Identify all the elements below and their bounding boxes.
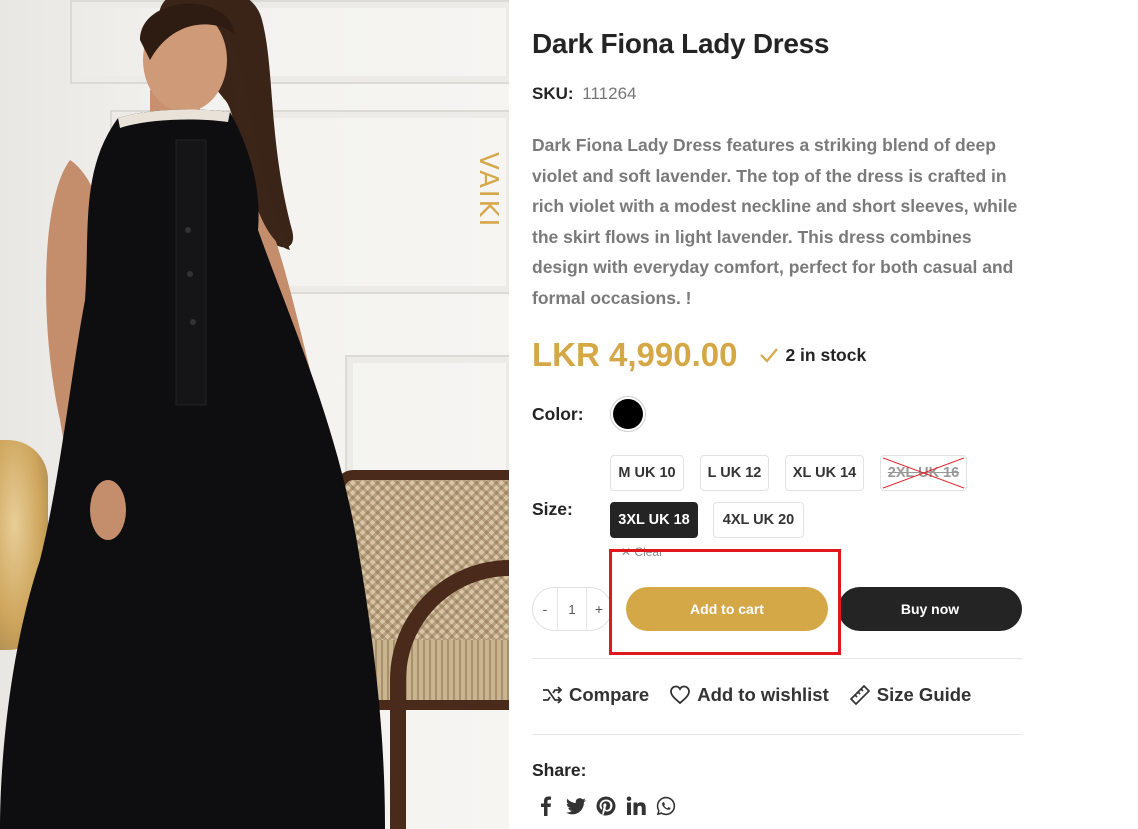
wishlist-label: Add to wishlist <box>697 684 829 705</box>
add-to-cart-button[interactable]: Add to cart <box>626 587 828 631</box>
add-to-wishlist-link[interactable]: Add to wishlist <box>669 684 829 706</box>
product-title: Dark Fiona Lady Dress <box>532 28 830 59</box>
linkedin-icon[interactable] <box>625 795 647 817</box>
pinterest-icon[interactable] <box>595 795 617 817</box>
social-share <box>535 795 685 817</box>
color-label: Color: <box>532 404 584 424</box>
model-figure <box>0 0 385 829</box>
compare-link[interactable]: Compare <box>541 684 649 706</box>
size-option-l-uk-12[interactable]: L UK 12 <box>700 455 769 491</box>
quantity-increment-button[interactable]: + <box>587 601 611 617</box>
facebook-icon[interactable] <box>535 795 557 817</box>
quantity-decrement-button[interactable]: - <box>533 601 557 617</box>
compare-icon <box>543 686 563 704</box>
quantity-input[interactable] <box>557 588 587 630</box>
product-actions: Compare Add to wishlist Size Guide <box>541 684 991 706</box>
product-image[interactable]: VAIKI <box>0 0 509 829</box>
buy-now-button[interactable]: Buy now <box>838 587 1022 631</box>
share-label: Share: <box>532 760 587 780</box>
size-option-m-uk-10[interactable]: M UK 10 <box>610 455 684 491</box>
stock-text: 2 in stock <box>785 344 867 365</box>
size-option-4xl-uk-20[interactable]: 4XL UK 20 <box>713 502 804 538</box>
price-row: LKR 4,990.00 2 in stock <box>532 333 866 377</box>
unavailable-cross-icon <box>882 457 965 489</box>
size-guide-label: Size Guide <box>876 684 972 705</box>
twitter-icon[interactable] <box>565 795 587 817</box>
divider <box>532 658 1022 659</box>
color-dot <box>613 399 643 429</box>
size-option-2xl-uk-16: 2XL UK 16 <box>880 455 967 491</box>
divider <box>532 734 1022 735</box>
sku: SKU: 111264 <box>532 84 637 104</box>
size-label: Size: <box>532 499 573 519</box>
quantity-stepper: - + <box>532 587 612 631</box>
whatsapp-icon[interactable] <box>655 795 677 817</box>
color-swatch-black[interactable] <box>610 396 646 432</box>
clear-selection-link[interactable]: ✕ Clear <box>621 545 663 559</box>
sku-value: 111264 <box>582 84 637 103</box>
ruler-icon <box>849 684 870 706</box>
brand-logo: VAIKI <box>473 151 503 229</box>
sku-label: SKU: <box>532 84 574 103</box>
clear-label: Clear <box>634 545 664 559</box>
compare-label: Compare <box>569 684 650 705</box>
heart-icon <box>670 685 691 705</box>
close-icon: ✕ <box>621 545 632 559</box>
size-guide-link[interactable]: Size Guide <box>849 684 972 706</box>
size-option-xl-uk-14[interactable]: XL UK 14 <box>785 455 864 491</box>
stock-status: 2 in stock <box>759 345 866 366</box>
check-icon <box>760 348 779 363</box>
product-price: LKR 4,990.00 <box>532 336 738 373</box>
size-option-3xl-uk-18[interactable]: 3XL UK 18 <box>610 502 698 538</box>
product-description: Dark Fiona Lady Dress features a strikin… <box>532 135 1018 308</box>
